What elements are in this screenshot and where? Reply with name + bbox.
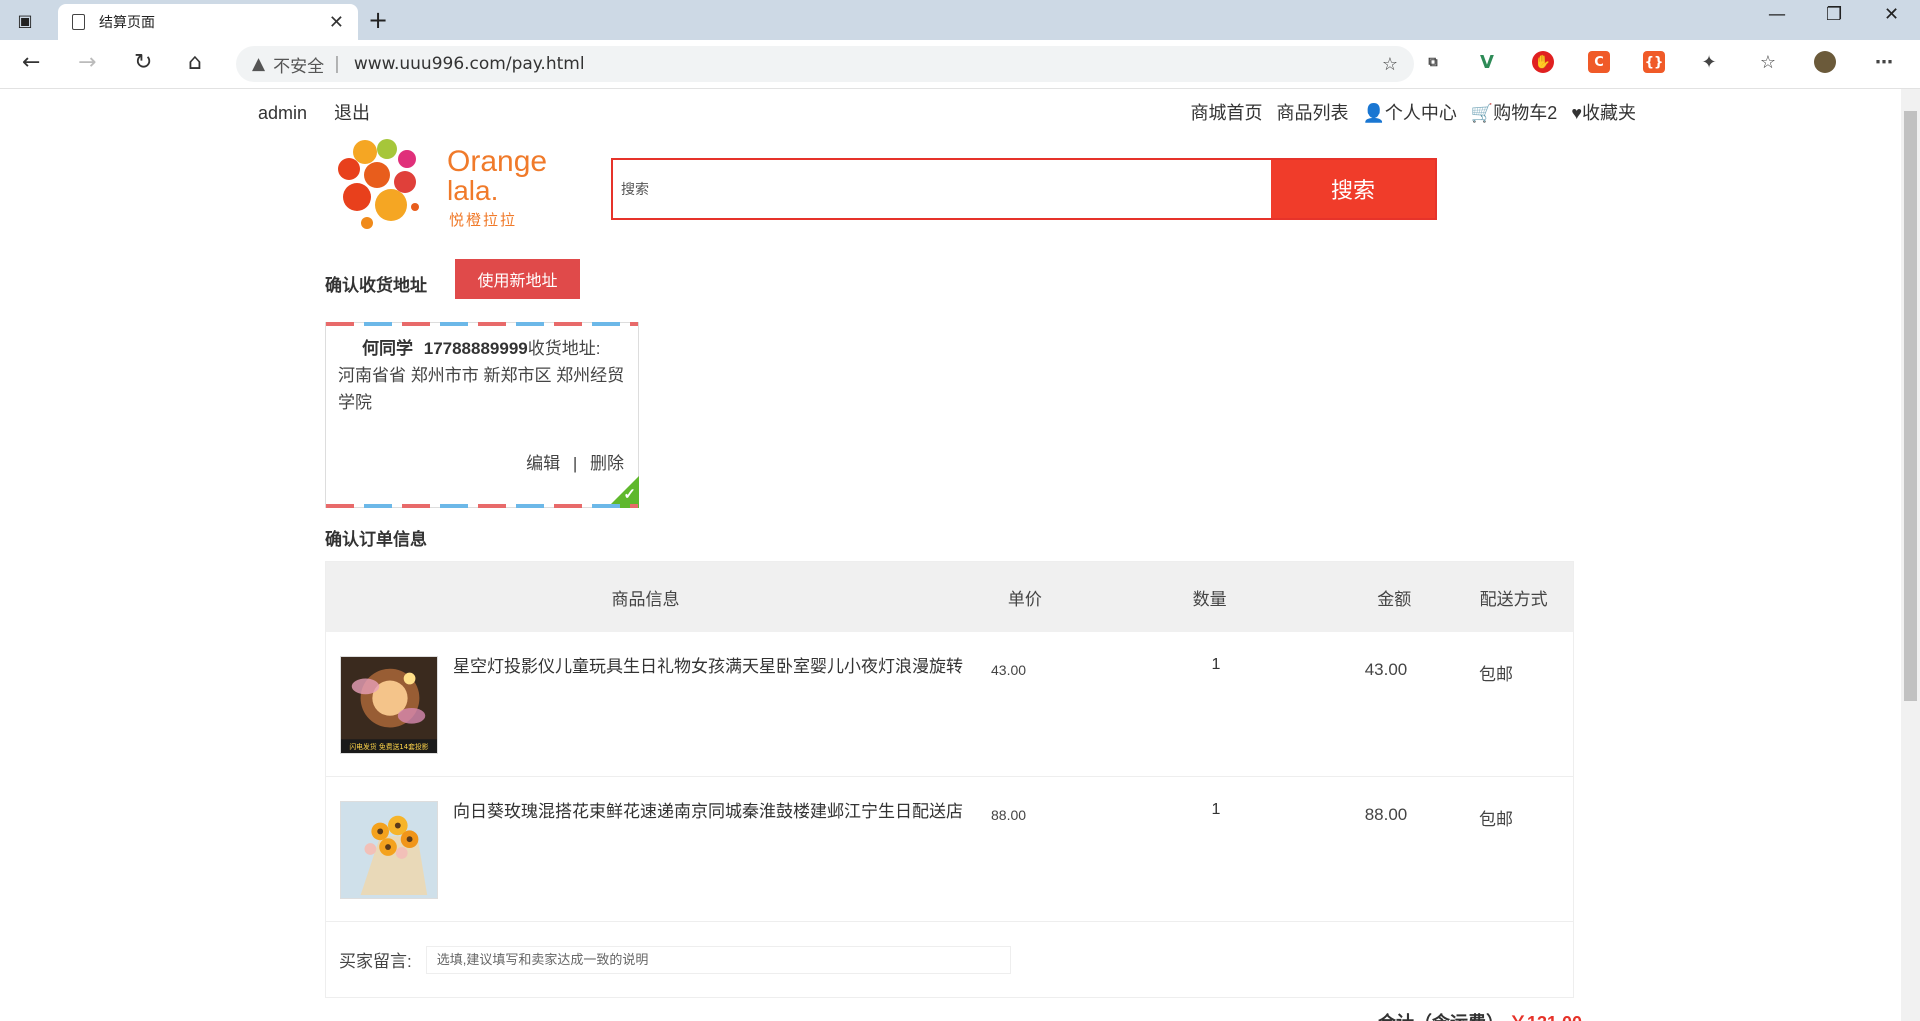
adblock-icon[interactable]: ✋	[1532, 51, 1554, 73]
address-label: 收货地址:	[527, 339, 601, 358]
nav-cart-label: 购物车2	[1493, 103, 1558, 123]
product-name[interactable]: 星空灯投影仪儿童玩具生日礼物女孩满天星卧室婴儿小夜灯浪漫旋转	[453, 654, 973, 680]
logo-dots-icon	[338, 139, 419, 229]
tab-actions-icon[interactable]: ▣	[14, 9, 36, 31]
insecure-label: 不安全	[273, 56, 325, 77]
order-section-title: 确认订单信息	[325, 530, 427, 549]
total-amount: ￥131.00	[1509, 1013, 1582, 1021]
close-window-icon[interactable]: ✕	[1884, 4, 1899, 25]
add-favorite-icon[interactable]: ☆	[1382, 54, 1398, 75]
header-shipping: 配送方式	[1479, 589, 1548, 609]
favorites-icon[interactable]: ☆	[1757, 51, 1779, 73]
total-label: 合计（含运费）	[1378, 1013, 1504, 1021]
nav-user-center-label: 个人中心	[1384, 103, 1457, 123]
search-input[interactable]	[613, 160, 1271, 218]
restore-icon[interactable]: ❐	[1826, 4, 1842, 25]
url-separator: |	[334, 54, 340, 74]
back-icon[interactable]: ←	[22, 50, 40, 75]
cart-icon: 🛒	[1470, 103, 1494, 123]
action-divider: |	[572, 454, 578, 473]
user-bar: admin 退出	[258, 99, 392, 125]
nav-cart[interactable]: 🛒购物车2	[1471, 99, 1557, 125]
nav-favorites-label: 收藏夹	[1582, 103, 1636, 123]
header-product-info: 商品信息	[611, 589, 680, 609]
close-tab-icon[interactable]: ✕	[329, 12, 344, 33]
vue-devtools-icon[interactable]: V	[1476, 51, 1498, 73]
product-amount: 43.00	[1364, 660, 1408, 679]
table-row: 闪电发货 免费送14套投影 星空灯投影仪儿童玩具生日礼物女孩满天星卧室婴儿小夜灯…	[326, 632, 1573, 777]
logo-text-2: lala.	[447, 175, 499, 206]
home-icon[interactable]: ⌂	[188, 50, 202, 75]
url-text: www.uuu996.com/pay.html	[353, 54, 585, 74]
tab-title: 结算页面	[99, 15, 155, 31]
new-tab-icon[interactable]: +	[368, 6, 388, 34]
logo-text-1: Orange	[447, 145, 548, 178]
logout-link[interactable]: 退出	[334, 103, 370, 123]
extension-c-icon[interactable]: C	[1588, 51, 1610, 73]
recipient-name: 何同学	[362, 339, 413, 358]
thumbnail-caption: 闪电发货 免费送14套投影	[349, 742, 428, 751]
site-nav: 商城首页 商品列表 👤个人中心 🛒购物车2 ♥收藏夹	[1190, 99, 1636, 125]
username-link[interactable]: admin	[258, 103, 307, 123]
product-thumbnail[interactable]	[340, 801, 438, 899]
warning-icon: ▲	[252, 54, 266, 74]
product-amount: 88.00	[1364, 805, 1408, 824]
nav-product-list[interactable]: 商品列表	[1276, 99, 1348, 125]
order-table: 商品信息 单价 数量 金额 配送方式 闪电发货 免费送14套投影 星空灯投影仪儿…	[325, 561, 1574, 998]
card-stripe-top	[326, 322, 638, 326]
header-price: 单价	[1007, 589, 1042, 609]
page-scrollbar[interactable]	[1901, 89, 1920, 1021]
search-button[interactable]: 搜索	[1271, 160, 1435, 218]
edit-address-link[interactable]: 编辑	[526, 454, 560, 473]
heart-icon: ♥	[1571, 103, 1582, 123]
browser-tab-bar: ▣ 结算页面 ✕ + — ❐ ✕	[0, 0, 1920, 40]
minimize-icon[interactable]: —	[1768, 4, 1786, 25]
remark-label: 买家留言:	[339, 952, 412, 971]
header-amount: 金额	[1377, 589, 1412, 609]
order-table-header: 商品信息 单价 数量 金额 配送方式	[326, 562, 1573, 632]
product-shipping: 包邮	[1479, 665, 1513, 684]
collections-icon[interactable]: ⧉	[1422, 51, 1444, 73]
user-icon: 👤	[1362, 103, 1385, 123]
nav-user-center[interactable]: 👤个人中心	[1362, 99, 1456, 125]
product-name[interactable]: 向日葵玫瑰混搭花束鲜花速递南京同城秦淮鼓楼建邺江宁生日配送店	[453, 799, 973, 825]
nav-favorites[interactable]: ♥收藏夹	[1571, 99, 1636, 125]
page-icon	[72, 14, 85, 30]
address-text: 河南省省 郑州市市 新郑市区 郑州经贸学院	[338, 366, 625, 412]
browser-tab[interactable]: 结算页面 ✕	[58, 4, 358, 40]
delete-address-link[interactable]: 删除	[590, 454, 624, 473]
nav-home[interactable]: 商城首页	[1190, 99, 1262, 125]
order-total: 合计（含运费） ￥131.00	[1378, 1009, 1582, 1021]
address-bar[interactable]: ▲ 不安全 | www.uuu996.com/pay.html ☆	[236, 46, 1414, 82]
card-stripe-bottom	[326, 504, 638, 508]
address-card[interactable]: 何同学 17788889999收货地址: 河南省省 郑州市市 新郑市区 郑州经贸…	[325, 322, 639, 508]
table-row: 向日葵玫瑰混搭花束鲜花速递南京同城秦淮鼓楼建邺江宁生日配送店 88.00 1 8…	[326, 777, 1573, 922]
buyer-remark-row: 买家留言:	[326, 922, 1573, 997]
reload-icon[interactable]: ↻	[134, 50, 152, 75]
more-menu-icon[interactable]: ⋯	[1873, 51, 1895, 73]
browser-toolbar: ← → ↻ ⌂ ▲ 不安全 | www.uuu996.com/pay.html …	[0, 40, 1920, 89]
checkout-page: admin 退出 商城首页 商品列表 👤个人中心 🛒购物车2 ♥收藏夹 Oran…	[0, 89, 1901, 1021]
header-quantity: 数量	[1192, 589, 1227, 609]
json-extension-icon[interactable]: {}	[1643, 51, 1665, 73]
product-quantity: 1	[1211, 801, 1221, 818]
product-thumbnail[interactable]: 闪电发货 免费送14套投影	[340, 656, 438, 754]
address-actions: 编辑 | 删除	[526, 450, 624, 477]
profile-avatar[interactable]	[1814, 51, 1836, 73]
address-section-title: 确认收货地址	[325, 276, 427, 295]
forward-icon[interactable]: →	[78, 50, 96, 75]
scrollbar-thumb[interactable]	[1904, 111, 1917, 701]
search-box: 搜索	[611, 158, 1437, 220]
logo-text-3: 悦橙拉拉	[449, 211, 518, 229]
extensions-icon[interactable]: ✦	[1698, 51, 1720, 73]
product-quantity: 1	[1211, 656, 1221, 673]
site-logo[interactable]: Orange lala. 悦橙拉拉	[335, 137, 548, 237]
remark-input[interactable]	[425, 945, 1011, 974]
product-shipping: 包邮	[1479, 810, 1513, 829]
recipient-phone: 17788889999	[423, 339, 528, 358]
product-price: 43.00	[991, 662, 1027, 678]
product-price: 88.00	[991, 807, 1027, 823]
new-address-button[interactable]: 使用新地址	[455, 259, 580, 299]
